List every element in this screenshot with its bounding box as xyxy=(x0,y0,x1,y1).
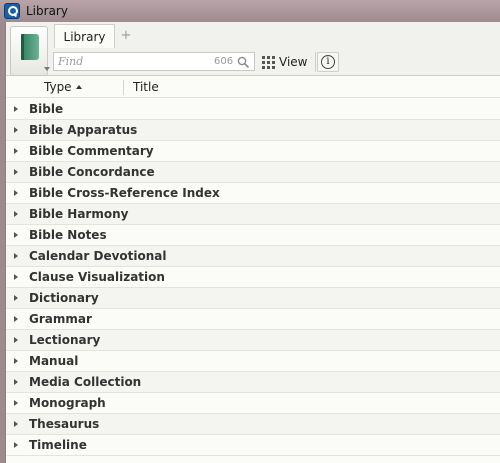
list-item[interactable]: Timeline xyxy=(6,435,500,456)
library-toolbar: Library + 606 View i xyxy=(6,22,500,76)
list-item-label: Bible Notes xyxy=(29,228,107,242)
info-button[interactable]: i xyxy=(317,52,339,72)
find-box: 606 xyxy=(53,52,255,71)
view-button[interactable]: View xyxy=(262,52,312,72)
search-icon[interactable] xyxy=(237,56,250,69)
window-title: Library xyxy=(26,4,68,18)
list-item[interactable]: Bible xyxy=(6,99,500,120)
expand-arrow-icon[interactable] xyxy=(14,169,18,175)
list-item-label: Timeline xyxy=(29,438,87,452)
expand-arrow-icon[interactable] xyxy=(14,190,18,196)
list-item-label: Bible Cross-Reference Index xyxy=(29,186,220,200)
expand-arrow-icon[interactable] xyxy=(14,442,18,448)
list-item[interactable]: Thesaurus xyxy=(6,414,500,435)
list-item-label: Lectionary xyxy=(29,333,101,347)
dropdown-caret-icon xyxy=(44,67,50,71)
window-titlebar: Library xyxy=(0,0,500,22)
list-item-label: Bible Concordance xyxy=(29,165,155,179)
add-tab-button[interactable]: + xyxy=(119,26,133,46)
list-item-label: Grammar xyxy=(29,312,92,326)
expand-arrow-icon[interactable] xyxy=(14,421,18,427)
book-icon xyxy=(21,34,39,60)
library-panel: Library + 606 View i Type xyxy=(5,22,500,463)
library-menu-button[interactable] xyxy=(10,26,50,76)
result-count: 606 xyxy=(214,56,234,67)
list-item[interactable]: Monograph xyxy=(6,393,500,414)
expand-arrow-icon[interactable] xyxy=(14,337,18,343)
expand-arrow-icon[interactable] xyxy=(14,232,18,238)
column-type-label: Type xyxy=(44,80,72,94)
expand-arrow-icon[interactable] xyxy=(14,106,18,112)
list-item[interactable]: Media Collection xyxy=(6,372,500,393)
list-item-label: Calendar Devotional xyxy=(29,249,167,263)
toolbar-divider xyxy=(315,52,316,72)
column-header: Type Title xyxy=(6,77,500,98)
app-logo-icon xyxy=(4,3,20,19)
sort-ascending-icon xyxy=(75,85,82,89)
list-item[interactable]: Bible Concordance xyxy=(6,162,500,183)
find-input[interactable] xyxy=(58,54,208,69)
expand-arrow-icon[interactable] xyxy=(14,400,18,406)
expand-arrow-icon[interactable] xyxy=(14,211,18,217)
list-item-label: Bible Harmony xyxy=(29,207,129,221)
expand-arrow-icon[interactable] xyxy=(14,253,18,259)
list-item[interactable]: Bible Commentary xyxy=(6,141,500,162)
list-item-label: Bible Commentary xyxy=(29,144,154,158)
tab-library[interactable]: Library xyxy=(54,24,115,48)
list-item-label: Dictionary xyxy=(29,291,99,305)
info-icon: i xyxy=(321,55,335,69)
list-item[interactable]: Bible Notes xyxy=(6,225,500,246)
expand-arrow-icon[interactable] xyxy=(14,127,18,133)
expand-arrow-icon[interactable] xyxy=(14,379,18,385)
list-item[interactable]: Grammar xyxy=(6,309,500,330)
list-item-label: Bible xyxy=(29,102,64,116)
expand-arrow-icon[interactable] xyxy=(14,358,18,364)
column-header-title[interactable]: Title xyxy=(133,80,159,94)
list-item-label: Media Collection xyxy=(29,375,142,389)
list-item[interactable]: Calendar Devotional xyxy=(6,246,500,267)
view-label: View xyxy=(279,55,308,69)
list-item[interactable]: Bible Apparatus xyxy=(6,120,500,141)
list-item[interactable]: Lectionary xyxy=(6,330,500,351)
expand-arrow-icon[interactable] xyxy=(14,148,18,154)
column-divider[interactable] xyxy=(123,80,124,95)
list-item[interactable]: Manual xyxy=(6,351,500,372)
list-item[interactable]: Clause Visualization xyxy=(6,267,500,288)
list-item-label: Thesaurus xyxy=(29,417,100,431)
list-item[interactable]: Bible Cross-Reference Index xyxy=(6,183,500,204)
list-item-label: Manual xyxy=(29,354,79,368)
expand-arrow-icon[interactable] xyxy=(14,316,18,322)
list-item-label: Bible Apparatus xyxy=(29,123,138,137)
expand-arrow-icon[interactable] xyxy=(14,295,18,301)
list-item-label: Monograph xyxy=(29,396,106,410)
list-item[interactable]: Bible Harmony xyxy=(6,204,500,225)
resource-type-list: Bible Bible Apparatus Bible Commentary Bibl… xyxy=(6,99,500,456)
list-item-label: Clause Visualization xyxy=(29,270,165,284)
list-item[interactable]: Dictionary xyxy=(6,288,500,309)
expand-arrow-icon[interactable] xyxy=(14,274,18,280)
grid-view-icon xyxy=(262,55,275,69)
column-header-type[interactable]: Type xyxy=(44,80,82,94)
